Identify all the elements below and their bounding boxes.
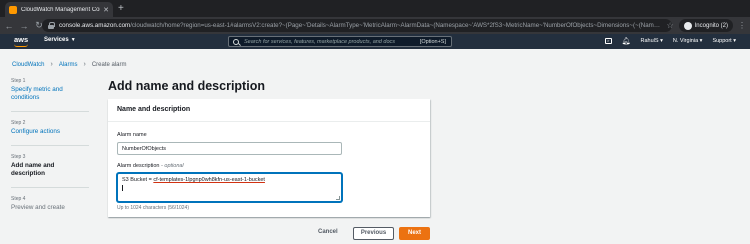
cancel-button[interactable]: Cancel bbox=[318, 229, 338, 235]
chevron-right-icon: › bbox=[50, 61, 53, 68]
breadcrumb-cloudwatch[interactable]: CloudWatch bbox=[12, 62, 44, 68]
service-search-input[interactable]: Search for services, features, marketpla… bbox=[228, 36, 452, 47]
divider bbox=[11, 145, 89, 146]
page-title: Add name and description bbox=[108, 79, 265, 93]
alarm-description-textarea[interactable]: S3 Bucket = cf-templates-1lpgnp0wh8kfn-u… bbox=[117, 173, 342, 202]
tab-title: CloudWatch Management Con bbox=[21, 6, 101, 13]
step-number: Step 2 bbox=[11, 120, 26, 126]
url-path: /cloudwatch/home?region=us-east-1#alarms… bbox=[130, 22, 661, 29]
aws-top-nav: aws Services ▼ Search for services, featu… bbox=[0, 34, 750, 49]
resize-handle-icon[interactable] bbox=[336, 196, 340, 200]
services-menu[interactable]: Services ▼ bbox=[44, 37, 76, 43]
search-placeholder: Search for services, features, marketpla… bbox=[244, 38, 396, 45]
text-cursor bbox=[122, 185, 123, 191]
new-tab-icon[interactable]: + bbox=[118, 2, 124, 15]
support-menu[interactable]: Support ▾ bbox=[712, 38, 736, 44]
notification-bell-icon[interactable]: 🔔︎ bbox=[622, 37, 631, 45]
wizard-step-2: Step 2 Configure actions bbox=[11, 120, 89, 136]
step-link-specify-metric[interactable]: Specify metric and conditions bbox=[11, 86, 89, 102]
breadcrumb-alarms[interactable]: Alarms bbox=[59, 62, 78, 68]
breadcrumb-current: Create alarm bbox=[91, 61, 127, 68]
alarm-name-label: Alarm name bbox=[117, 132, 147, 138]
card-title: Name and description bbox=[108, 99, 430, 122]
url-host: console.aws.amazon.com bbox=[59, 22, 131, 29]
browser-tab-bar: CloudWatch Management Con ✕ + bbox=[0, 0, 750, 17]
address-bar[interactable]: console.aws.amazon.com/cloudwatch/home?r… bbox=[42, 19, 672, 32]
lock-icon bbox=[48, 22, 55, 29]
bookmark-star-icon[interactable]: ☆ bbox=[666, 21, 673, 30]
step-number: Step 4 bbox=[11, 196, 26, 202]
search-shortcut: [Option+S] bbox=[419, 38, 446, 45]
name-description-card: Name and description Alarm name NumberOf… bbox=[108, 99, 430, 217]
divider bbox=[11, 187, 89, 188]
region-menu[interactable]: N. Virginia ▾ bbox=[673, 38, 703, 44]
incognito-badge[interactable]: Incognito (2) bbox=[678, 19, 733, 32]
step-number: Step 1 bbox=[11, 78, 26, 84]
next-button[interactable]: Next bbox=[399, 227, 430, 240]
alarm-name-input[interactable]: NumberOfObjects bbox=[117, 142, 342, 155]
wizard-step-4: Step 4 Preview and create bbox=[11, 196, 89, 212]
account-menu[interactable]: RahulS ▾ bbox=[641, 38, 663, 44]
browser-toolbar: ← → ↻ console.aws.amazon.com/cloudwatch/… bbox=[0, 17, 750, 34]
description-bucket-name: cf-templates-1lpgnp0wh8kfn-us-east-1-buc… bbox=[153, 177, 265, 183]
aws-smile-icon bbox=[14, 44, 28, 47]
step-link-configure-actions[interactable]: Configure actions bbox=[11, 128, 89, 136]
browser-menu-icon[interactable]: ⋮ bbox=[738, 21, 746, 30]
close-icon[interactable]: ✕ bbox=[103, 6, 109, 14]
wizard-step-1: Step 1 Specify metric and conditions bbox=[11, 78, 89, 102]
forward-arrow-icon[interactable]: → bbox=[18, 21, 30, 31]
aws-favicon-icon bbox=[9, 5, 17, 14]
aws-logo[interactable]: aws bbox=[14, 35, 28, 44]
previous-button[interactable]: Previous bbox=[353, 227, 394, 240]
optional-hint: - optional bbox=[161, 163, 184, 169]
incognito-icon bbox=[683, 21, 692, 30]
step-current-label: Add name and description bbox=[11, 162, 55, 177]
step-number: Step 3 bbox=[11, 154, 26, 160]
wizard-steps: Step 1 Specify metric and conditions Ste… bbox=[11, 78, 89, 221]
browser-tab[interactable]: CloudWatch Management Con ✕ bbox=[5, 2, 113, 17]
search-icon bbox=[233, 38, 239, 45]
breadcrumb: CloudWatch › Alarms › Create alarm bbox=[12, 61, 127, 68]
description-prefix: S3 Bucket = bbox=[122, 177, 154, 183]
character-count: Up to 1024 characters (56/1024) bbox=[117, 205, 189, 211]
alarm-description-label: Alarm description - optional bbox=[117, 163, 184, 169]
cloudshell-icon[interactable]: > bbox=[604, 38, 612, 44]
alarm-name-value: NumberOfObjects bbox=[122, 146, 167, 152]
back-arrow-icon[interactable]: ← bbox=[3, 21, 15, 31]
step-disabled-label: Preview and create bbox=[11, 204, 65, 211]
wizard-step-3: Step 3 Add name and description bbox=[11, 154, 89, 178]
divider bbox=[11, 111, 89, 112]
chevron-right-icon: › bbox=[83, 61, 86, 68]
incognito-label: Incognito (2) bbox=[694, 22, 728, 29]
caret-down-icon: ▼ bbox=[70, 37, 76, 43]
